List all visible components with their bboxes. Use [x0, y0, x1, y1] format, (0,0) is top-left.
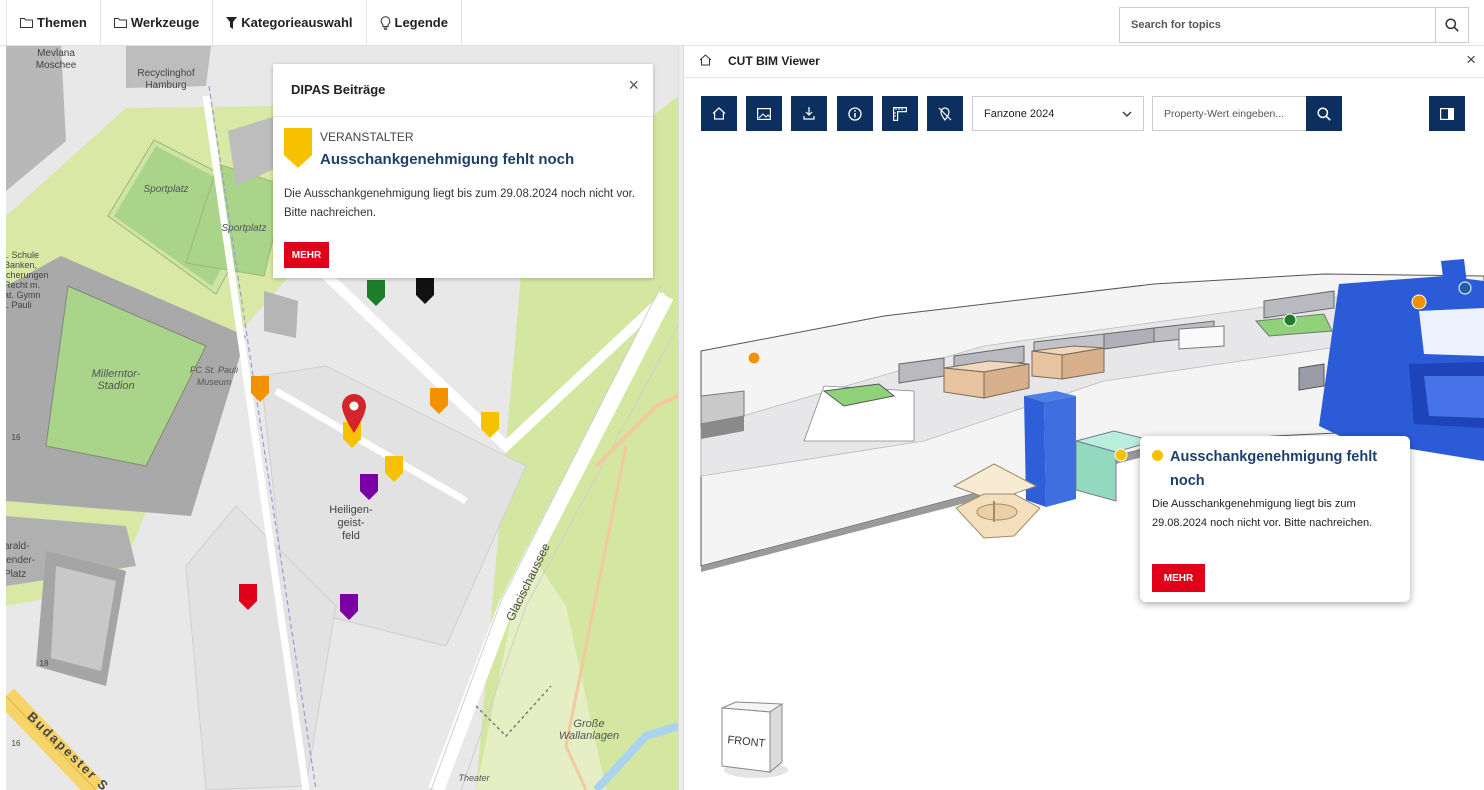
dipas-popup: DIPAS Beiträge × VERANSTALTER Ausschankg… — [273, 64, 653, 278]
property-value-input[interactable] — [1152, 96, 1306, 131]
map-marker-green[interactable] — [367, 280, 385, 306]
map-location-pin-icon[interactable] — [341, 394, 367, 434]
main-menu: Themen Werkzeuge Kategorieauswahl Legend… — [6, 0, 462, 45]
map-label-sportplatz-2: Sportplatz — [221, 223, 267, 234]
menu-legende-label: Legende — [394, 15, 448, 30]
filter-icon — [226, 16, 238, 29]
bim-popup-description: Die Ausschankgenehmigung liegt bis zum 2… — [1152, 498, 1373, 529]
map-label-hausnr: 16 — [11, 739, 21, 748]
map-label-wallanlagen: Große Wallanlagen — [558, 718, 620, 742]
bim-viewer: CUT BIM Viewer × Fanzone 2024 Property-W… — [684, 46, 1484, 790]
map-label-platz: arald- lender- Platz — [6, 541, 36, 580]
map-marker-orange[interactable] — [430, 388, 448, 414]
navigation-cube[interactable]: FRONT — [716, 700, 788, 785]
folder-icon — [20, 18, 33, 28]
bim-popup-heading: Ausschankgenehmigung fehlt noch — [1170, 449, 1378, 489]
map-label-schule: t. Schule Banken, icherungen Recht m. at… — [6, 250, 49, 310]
chevron-down-icon — [1122, 111, 1132, 117]
search-icon — [1445, 18, 1459, 32]
map-label-recyclinghof: Recyclinghof Hamburg — [137, 68, 195, 91]
map-label-museum: FC St. Pauli Museum — [189, 365, 238, 387]
menu-werkzeuge[interactable]: Werkzeuge — [101, 0, 214, 45]
map-label-hausnr: 16 — [11, 433, 21, 442]
image-icon — [757, 107, 771, 120]
menu-kategorieauswahl[interactable]: Kategorieauswahl — [213, 0, 367, 45]
map-label-heiligengeistfeld: Heiligen- geist- feld — [329, 504, 373, 542]
dipas-more-button[interactable]: MEHR — [284, 242, 329, 268]
map-label-sportplatz-1: Sportplatz — [143, 184, 189, 195]
hide-markers-button[interactable] — [927, 96, 963, 131]
download-button[interactable] — [791, 96, 827, 131]
panel-toggle-button[interactable] — [1429, 96, 1465, 131]
bim-more-button[interactable]: MEHR — [1152, 564, 1205, 592]
map-marker-orange[interactable] — [251, 376, 269, 402]
topic-search-button[interactable] — [1435, 7, 1469, 43]
property-search-button[interactable] — [1306, 96, 1342, 131]
download-icon — [803, 107, 815, 120]
model-select[interactable]: Fanzone 2024 — [972, 96, 1144, 131]
folder-icon — [113, 18, 127, 28]
info-button[interactable] — [837, 96, 873, 131]
map-marker-yellow[interactable] — [385, 456, 403, 482]
info-icon — [848, 106, 862, 121]
close-icon[interactable]: × — [628, 76, 639, 94]
map-marker-red[interactable] — [239, 584, 257, 610]
status-dot-icon — [1152, 450, 1163, 461]
menu-kategorieauswahl-label: Kategorieauswahl — [241, 15, 353, 30]
home-icon — [712, 107, 726, 120]
map-label-stadion: Millerntor- Stadion — [91, 368, 141, 392]
dipas-popup-title: DIPAS Beiträge — [291, 82, 386, 97]
search-icon — [1317, 106, 1331, 121]
top-toolbar: Themen Werkzeuge Kategorieauswahl Legend… — [0, 0, 1484, 46]
map-label-hausnr: 18 — [39, 659, 49, 668]
ruler-icon — [893, 106, 907, 121]
panel-toggle-icon — [1440, 107, 1454, 120]
pin-off-icon — [938, 106, 952, 121]
dipas-popup-header: DIPAS Beiträge × — [273, 64, 653, 117]
lightbulb-icon — [380, 15, 390, 30]
menu-legende[interactable]: Legende — [367, 0, 462, 45]
map-label-theater: Theater — [458, 773, 490, 783]
map-marker-yellow[interactable] — [481, 412, 499, 438]
map-marker-purple[interactable] — [360, 474, 378, 500]
bim-info-popup: Ausschankgenehmigung fehlt noch Die Auss… — [1140, 436, 1410, 602]
menu-werkzeuge-label: Werkzeuge — [130, 15, 200, 30]
home-view-button[interactable] — [701, 96, 737, 131]
model-select-value: Fanzone 2024 — [984, 107, 1055, 120]
menu-themen-label: Themen — [37, 15, 87, 30]
dipas-heading: Ausschankgenehmigung fehlt noch — [320, 151, 575, 168]
category-marker-icon — [284, 128, 312, 173]
map-label-moschee: Mevlana Moschee — [35, 48, 77, 71]
dipas-description: Die Ausschankgenehmigung liegt bis zum 2… — [284, 188, 635, 219]
bim-3d-scene[interactable] — [684, 46, 1484, 790]
dipas-category: VERANSTALTER — [320, 130, 414, 144]
map-marker-black[interactable] — [416, 278, 434, 304]
measure-button[interactable] — [882, 96, 918, 131]
topic-search-input[interactable] — [1119, 7, 1435, 43]
map-marker-purple[interactable] — [340, 594, 358, 620]
image-button[interactable] — [746, 96, 782, 131]
menu-themen[interactable]: Themen — [6, 0, 101, 45]
